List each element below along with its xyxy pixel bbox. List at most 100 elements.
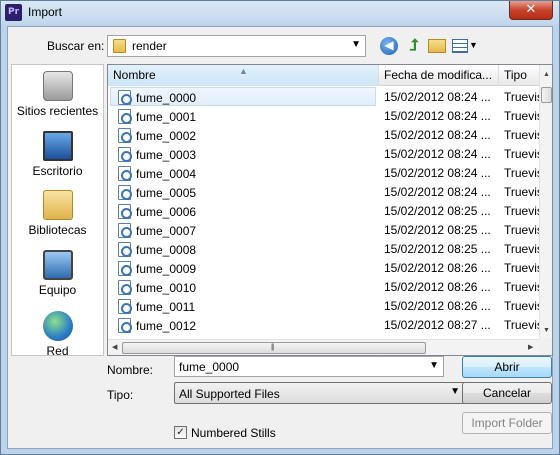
file-row[interactable]: fume_0011 15/02/2012 08:26 ... Truevision — [108, 296, 541, 315]
scroll-left-icon[interactable]: ◀ — [112, 343, 117, 351]
scroll-corner — [539, 339, 552, 355]
file-date: 15/02/2012 08:24 ... — [384, 90, 491, 104]
file-rows: fume_000015/02/2012 08:24 ...Truevisionf… — [108, 87, 541, 339]
file-type: Truevision — [504, 299, 541, 313]
import-folder-button[interactable]: Import Folder — [462, 412, 552, 434]
file-name: fume_0007 — [136, 224, 197, 238]
file-row[interactable]: fume_0005 15/02/2012 08:24 ... Truevision — [108, 182, 541, 201]
file-row[interactable]: fume_0009 15/02/2012 08:26 ... Truevision — [108, 258, 541, 277]
file-type: Truevision — [504, 147, 541, 161]
file-name: fume_0008 — [136, 243, 197, 257]
scroll-down-icon[interactable]: ▼ — [543, 327, 550, 334]
dialog-body: Buscar en: render ▼ ◀ ⮥ ▼ Sitios recient… — [7, 26, 553, 449]
vertical-scrollbar[interactable]: ▲ ▼ — [539, 65, 552, 339]
libraries-icon — [42, 190, 73, 220]
file-row[interactable]: fume_0008 15/02/2012 08:25 ... Truevision — [108, 239, 541, 258]
file-row[interactable]: fume_0000 15/02/2012 08:24 ... Truevision — [108, 87, 541, 106]
scroll-right-icon[interactable]: ▶ — [528, 343, 533, 351]
file-row[interactable]: fume_0010 15/02/2012 08:26 ... Truevision — [108, 277, 541, 296]
place-computer[interactable]: Equipo — [12, 250, 103, 297]
file-icon — [118, 280, 132, 295]
file-icon — [118, 261, 132, 276]
file-type: Truevision — [504, 280, 541, 294]
column-header-name[interactable]: ▲ Nombre — [108, 65, 379, 86]
file-row-name-cell[interactable]: fume_0010 — [110, 277, 376, 296]
horizontal-scroll-thumb[interactable]: ||| — [122, 342, 426, 354]
file-row[interactable]: fume_0012 15/02/2012 08:27 ... Truevision — [108, 315, 541, 334]
scroll-up-icon[interactable]: ▲ — [543, 71, 550, 78]
file-row-name-cell[interactable]: fume_0002 — [110, 125, 376, 144]
file-name: fume_0006 — [136, 205, 197, 219]
file-row[interactable]: fume_0001 15/02/2012 08:24 ... Truevision — [108, 106, 541, 125]
file-name-combo[interactable]: fume_0000 ▼ — [174, 356, 444, 377]
file-date: 15/02/2012 08:24 ... — [384, 109, 491, 123]
numbered-stills-checkbox[interactable]: ✓ — [174, 426, 187, 439]
computer-icon — [42, 250, 73, 280]
file-date: 15/02/2012 08:25 ... — [384, 242, 491, 256]
up-folder-icon[interactable]: ⮥ — [405, 37, 423, 55]
chevron-down-icon[interactable]: ▼ — [450, 386, 460, 397]
column-header-type[interactable]: Tipo — [499, 65, 541, 86]
file-row-name-cell[interactable]: fume_0003 — [110, 144, 376, 163]
title-bar[interactable]: Pr Import ✕ — [1, 1, 559, 25]
file-type-select[interactable]: All Supported Files ▼ — [174, 382, 465, 404]
cancel-button[interactable]: Cancelar — [462, 382, 552, 404]
file-icon — [118, 223, 132, 238]
file-date: 15/02/2012 08:26 ... — [384, 280, 491, 294]
file-date: 15/02/2012 08:24 ... — [384, 166, 491, 180]
column-header-label: Nombre — [113, 68, 156, 82]
file-row[interactable]: fume_0002 15/02/2012 08:24 ... Truevision — [108, 125, 541, 144]
place-label: Bibliotecas — [28, 223, 87, 237]
chevron-down-icon[interactable]: ▼ — [351, 39, 361, 50]
column-header-date[interactable]: Fecha de modifica... — [379, 65, 499, 86]
place-libraries[interactable]: Bibliotecas — [12, 190, 103, 237]
file-row-name-cell[interactable]: fume_0012 — [110, 315, 376, 334]
new-folder-icon[interactable] — [428, 39, 446, 53]
file-date: 15/02/2012 08:26 ... — [384, 261, 491, 275]
premiere-app-icon: Pr — [5, 4, 22, 21]
file-list: ▲ Nombre Fecha de modifica... Tipo fume_… — [107, 64, 553, 356]
file-name-value: fume_0000 — [179, 360, 240, 374]
file-row-name-cell[interactable]: fume_0008 — [110, 239, 376, 258]
network-icon — [42, 311, 73, 341]
horizontal-scrollbar[interactable]: ◀ ||| ▶ — [108, 339, 541, 355]
file-row-name-cell[interactable]: fume_0005 — [110, 182, 376, 201]
file-row-name-cell[interactable]: fume_0006 — [110, 201, 376, 220]
file-row-name-cell[interactable]: fume_0001 — [110, 106, 376, 125]
file-date: 15/02/2012 08:27 ... — [384, 318, 491, 332]
folder-icon — [113, 39, 126, 53]
place-recent[interactable]: Sitios recientes — [12, 71, 103, 118]
open-button[interactable]: Abrir — [462, 356, 552, 378]
file-row-name-cell[interactable]: fume_0000 — [110, 87, 376, 106]
file-name: fume_0009 — [136, 262, 197, 276]
file-icon — [118, 109, 132, 124]
file-type: Truevision — [504, 166, 541, 180]
look-in-combo[interactable]: render ▼ — [107, 35, 366, 57]
file-row[interactable]: fume_0007 15/02/2012 08:25 ... Truevision — [108, 220, 541, 239]
file-date: 15/02/2012 08:25 ... — [384, 204, 491, 218]
file-row-name-cell[interactable]: fume_0011 — [110, 296, 376, 315]
file-name: fume_0001 — [136, 110, 197, 124]
file-icon — [118, 204, 132, 219]
places-bar: Sitios recientes Escritorio Bibliotecas … — [11, 64, 104, 358]
file-name: fume_0004 — [136, 167, 197, 181]
file-date: 15/02/2012 08:26 ... — [384, 299, 491, 313]
view-menu-icon[interactable] — [452, 39, 468, 53]
file-name: fume_0010 — [136, 281, 197, 295]
file-type: Truevision — [504, 223, 541, 237]
close-button[interactable]: ✕ — [509, 1, 553, 20]
file-row[interactable]: fume_0003 15/02/2012 08:24 ... Truevision — [108, 144, 541, 163]
sort-ascending-icon: ▲ — [239, 66, 248, 76]
file-row[interactable]: fume_0006 15/02/2012 08:25 ... Truevision — [108, 201, 541, 220]
file-row-name-cell[interactable]: fume_0007 — [110, 220, 376, 239]
view-menu-arrow-icon[interactable]: ▼ — [469, 40, 478, 50]
file-row[interactable]: fume_0004 15/02/2012 08:24 ... Truevision — [108, 163, 541, 182]
file-name-label: Nombre: — [107, 363, 154, 377]
back-icon[interactable]: ◀ — [380, 37, 398, 55]
chevron-down-icon[interactable]: ▼ — [429, 360, 439, 371]
place-network[interactable]: Red — [12, 311, 103, 358]
vertical-scroll-thumb[interactable] — [541, 87, 552, 103]
place-desktop[interactable]: Escritorio — [12, 131, 103, 178]
file-row-name-cell[interactable]: fume_0004 — [110, 163, 376, 182]
file-row-name-cell[interactable]: fume_0009 — [110, 258, 376, 277]
